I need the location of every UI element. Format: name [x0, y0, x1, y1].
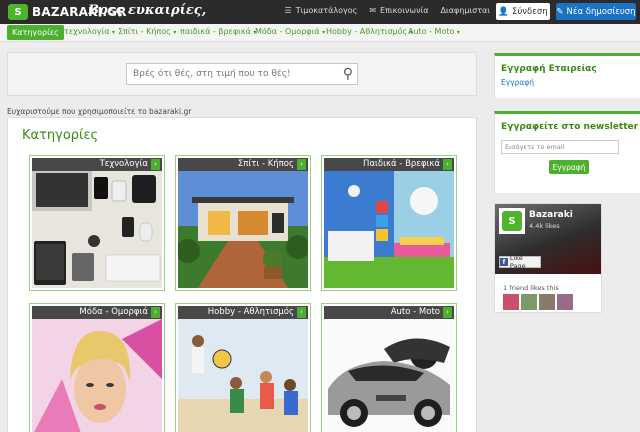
- category-tile-fashion[interactable]: Μόδα - Ομορφιά ›: [29, 303, 165, 432]
- tile-label: Μόδα - Ομορφιά: [32, 306, 162, 319]
- user-icon: 👤: [498, 6, 509, 17]
- top-bar: S BAZARAKI.GR Βρες ευκαιρίες, ☰ Τιμοκατά…: [0, 0, 640, 24]
- category-tile-auto[interactable]: Auto - Moto ›: [321, 303, 457, 432]
- facebook-like-button[interactable]: f Like Page: [499, 254, 541, 270]
- new-ad-button[interactable]: ✎ Νέα δημοσίευση: [556, 3, 636, 20]
- nav-item-fashion[interactable]: Μόδα - Ομορφιά ▾: [255, 27, 325, 36]
- envelope-icon: ✉: [369, 6, 377, 15]
- chevron-right-icon: ›: [443, 159, 452, 170]
- category-tile-kids[interactable]: Παιδικά - Βρεφικά ›: [321, 155, 457, 291]
- search-panel: Βρές ότι θές, στη τιμή που το θές! ⚲: [7, 52, 477, 96]
- nav-item-technology[interactable]: τεχνολογία ▾: [64, 27, 115, 36]
- category-tile-home-garden[interactable]: Σπίτι - Κήπος ›: [175, 155, 311, 291]
- category-nav: Κατηγορίες τεχνολογία ▾ Σπίτι - Κήπος ▾ …: [0, 24, 640, 42]
- newsletter-title: Εγγραφείτε στο newsletter μας: [501, 122, 640, 132]
- fashion-image: [32, 319, 162, 432]
- facebook-banner: S Bazaraki 4.4k likes f Like Page: [495, 204, 601, 274]
- avatar[interactable]: [557, 294, 573, 310]
- hobby-image: [178, 319, 308, 432]
- auto-moto-image: [324, 319, 454, 432]
- facebook-likes-count: 4.4k likes: [529, 222, 560, 230]
- logo-icon: S: [8, 4, 28, 20]
- facebook-page-logo[interactable]: S: [499, 208, 525, 234]
- company-signup-title: Εγγραφή Εταιρείας: [501, 64, 597, 74]
- tile-label: Auto - Moto: [324, 306, 454, 319]
- chevron-right-icon: ›: [443, 307, 452, 318]
- tile-label: Hobby - Αθλητισμός: [178, 306, 308, 319]
- company-signup-link[interactable]: Εγγραφή: [495, 78, 640, 87]
- chevron-right-icon: ›: [151, 159, 160, 170]
- tile-label: Τεχνολογία: [32, 158, 162, 171]
- newsletter-box: Εγγραφείτε στο newsletter μας Εισάγετε τ…: [494, 111, 640, 193]
- avatar[interactable]: [539, 294, 555, 310]
- facebook-friends-text: 1 friend likes this: [503, 284, 559, 292]
- nav-item-categories[interactable]: Κατηγορίες: [7, 25, 64, 40]
- chevron-right-icon: ›: [151, 307, 160, 318]
- thanks-message: Ευχαριστούμε που χρησιμοποιείτε το bazar…: [7, 107, 192, 116]
- nav-item-hobby[interactable]: Hobby - Αθλητισμός ▾: [326, 27, 413, 36]
- kids-room-image: [324, 171, 454, 288]
- avatar[interactable]: [503, 294, 519, 310]
- nav-item-auto[interactable]: Auto - Moto ▾: [408, 27, 460, 36]
- avatar[interactable]: [521, 294, 537, 310]
- search-icon[interactable]: ⚲: [343, 66, 353, 82]
- newsletter-subscribe-button[interactable]: Εγγραφή: [549, 160, 589, 174]
- technology-image: [32, 171, 162, 288]
- facebook-icon: f: [500, 258, 508, 266]
- home-garden-image: [178, 171, 308, 288]
- newsletter-email-input[interactable]: Εισάγετε το email: [501, 140, 619, 154]
- facebook-friend-avatars: [503, 294, 573, 310]
- category-tile-technology[interactable]: Τεχνολογία ›: [29, 155, 165, 291]
- login-button[interactable]: 👤 Σύνδεση: [496, 3, 550, 20]
- facebook-widget: S Bazaraki 4.4k likes f Like Page 1 frie…: [494, 203, 602, 313]
- chevron-right-icon: ›: [297, 159, 306, 170]
- list-icon: ☰: [284, 6, 292, 15]
- facebook-page-name[interactable]: Bazaraki: [529, 210, 573, 220]
- advertisers-link[interactable]: Διαφημισται: [441, 6, 490, 15]
- tile-label: Σπίτι - Κήπος: [178, 158, 308, 171]
- pencil-icon: ✎: [556, 6, 564, 17]
- contact-link[interactable]: ✉ Επικοινωνία: [369, 6, 428, 15]
- slogan: Βρες ευκαιρίες,: [88, 3, 207, 18]
- search-input[interactable]: Βρές ότι θές, στη τιμή που το θές! ⚲: [126, 63, 358, 85]
- category-tile-hobby[interactable]: Hobby - Αθλητισμός ›: [175, 303, 311, 432]
- nav-item-home-garden[interactable]: Σπίτι - Κήπος ▾: [118, 27, 176, 36]
- company-signup-box: Εγγραφή Εταιρείας Εγγραφή: [494, 53, 640, 98]
- pricelist-link[interactable]: ☰ Τιμοκατάλογος: [285, 6, 358, 15]
- top-links: ☰ Τιμοκατάλογος ✉ Επικοινωνία Διαφημιστα…: [285, 6, 490, 15]
- chevron-right-icon: ›: [297, 307, 306, 318]
- categories-title: Κατηγορίες: [22, 128, 99, 143]
- tile-label: Παιδικά - Βρεφικά: [324, 158, 454, 171]
- nav-item-kids[interactable]: παιδικά - βρεφικά ▾: [180, 27, 256, 36]
